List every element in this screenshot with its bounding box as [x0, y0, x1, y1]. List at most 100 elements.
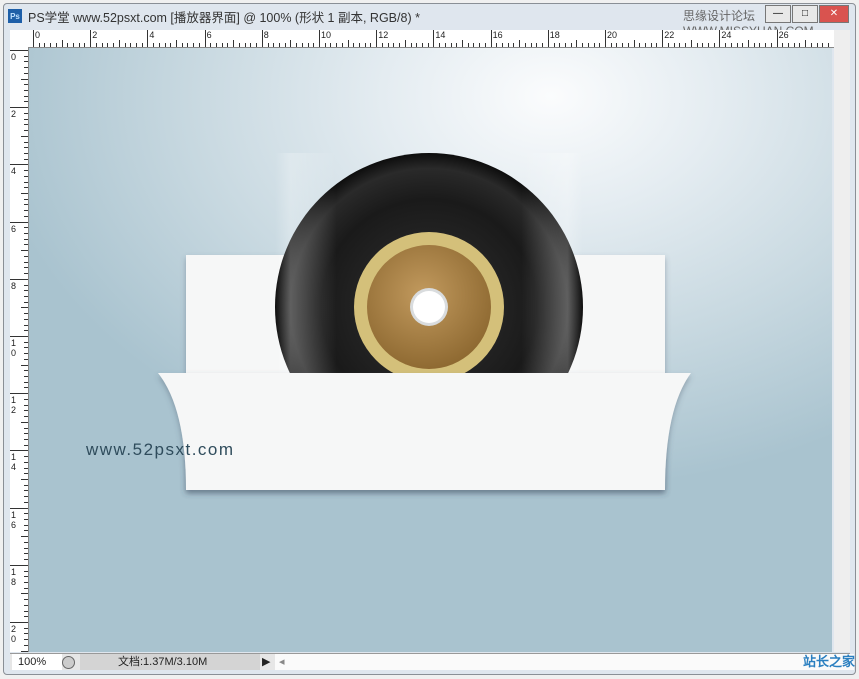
horizontal-scrollbar[interactable]: ◂: [275, 654, 854, 670]
ruler-tick: [502, 43, 504, 47]
ruler-tick: [301, 43, 303, 47]
ruler-tick: [24, 604, 28, 606]
ruler-tick: [24, 158, 28, 160]
ruler-tick: [656, 43, 658, 47]
zoom-field[interactable]: 100%: [12, 654, 62, 670]
canvas[interactable]: www.52psxt.com: [29, 48, 832, 652]
ruler-tick: [542, 43, 544, 47]
ruler-tick: [444, 43, 446, 47]
ruler-tick: [67, 43, 69, 47]
ruler-tick: [24, 467, 28, 469]
ruler-tick: [416, 43, 418, 47]
ruler-tick: [24, 215, 28, 217]
ruler-tick: [50, 43, 52, 47]
ruler-tick: [24, 644, 28, 646]
ruler-tick: [24, 461, 28, 463]
ruler-tick: [805, 40, 807, 47]
ruler-tick: [24, 141, 28, 143]
ruler-label: 10: [321, 30, 332, 40]
ruler-tick: [24, 152, 28, 154]
ruler-tick: [107, 43, 109, 47]
ruler-tick: [822, 43, 824, 47]
ruler-tick: [21, 135, 28, 137]
ruler-tick: [95, 43, 97, 47]
ruler-tick: [290, 40, 292, 47]
ruler-tick: [24, 524, 28, 526]
ruler-tick: [599, 43, 601, 47]
ruler-tick: [24, 175, 28, 177]
ruler-tick: [24, 101, 28, 103]
ruler-tick: [193, 43, 195, 47]
ruler-tick: [410, 43, 412, 47]
ruler-tick: [24, 244, 28, 246]
ruler-tick: [776, 30, 778, 47]
vertical-scrollbar[interactable]: [834, 30, 850, 652]
ruler-tick: [24, 444, 28, 446]
ruler-tick: [547, 30, 549, 47]
vertical-ruler[interactable]: 0 2 4 6 8 10 12 14 16 18 20: [10, 47, 29, 652]
ruler-tick: [216, 43, 218, 47]
ruler-tick: [198, 43, 200, 47]
ruler-tick: [21, 421, 28, 423]
ruler-tick: [24, 490, 28, 492]
minimize-button[interactable]: —: [765, 5, 791, 23]
ruler-tick: [736, 43, 738, 47]
ruler-tick: [38, 43, 40, 47]
ruler-tick: [24, 398, 28, 400]
ruler-tick: [24, 427, 28, 429]
ruler-tick: [479, 43, 481, 47]
ruler-tick: [10, 450, 28, 452]
ruler-tick: [810, 43, 812, 47]
ruler-tick: [399, 43, 401, 47]
ruler-tick: [307, 43, 309, 47]
ruler-label: 22: [664, 30, 675, 40]
ruler-tick: [24, 147, 28, 149]
ruler-tick: [679, 43, 681, 47]
ruler-tick: [753, 43, 755, 47]
ruler-tick: [10, 507, 28, 509]
ruler-label: 18: [11, 566, 17, 587]
ruler-tick: [24, 410, 28, 412]
ruler-tick: [336, 43, 338, 47]
ruler-tick: [24, 72, 28, 74]
ruler-tick: [24, 496, 28, 498]
ruler-tick: [696, 43, 698, 47]
ruler-tick: [118, 40, 120, 47]
ruler-tick: [24, 381, 28, 383]
horizontal-ruler[interactable]: 0246810121416182022242628: [28, 30, 846, 48]
ruler-tick: [828, 43, 830, 47]
restore-button[interactable]: □: [792, 5, 818, 23]
ruler-tick: [742, 43, 744, 47]
ruler-tick: [564, 43, 566, 47]
ruler-tick: [21, 650, 28, 652]
ruler-tick: [24, 261, 28, 263]
ruler-tick: [273, 43, 275, 47]
ruler-tick: [439, 43, 441, 47]
title-bar: Ps PS学堂 www.52psxt.com [播放器界面] @ 100% (形…: [8, 7, 420, 25]
ruler-tick: [370, 43, 372, 47]
ruler-tick: [24, 599, 28, 601]
watermark-bottom: 站长之家: [802, 654, 855, 669]
ruler-tick: [24, 616, 28, 618]
ruler-label: 2: [11, 109, 17, 120]
ruler-tick: [507, 43, 509, 47]
ruler-tick: [24, 284, 28, 286]
ruler-origin[interactable]: [10, 30, 29, 48]
ruler-tick: [553, 43, 555, 47]
ruler-tick: [238, 43, 240, 47]
ruler-tick: [610, 43, 612, 47]
ruler-tick: [24, 130, 28, 132]
ruler-tick: [78, 43, 80, 47]
close-button[interactable]: ✕: [819, 5, 849, 23]
status-menu-arrow[interactable]: ▶: [262, 654, 274, 670]
ruler-tick: [427, 43, 429, 47]
ruler-tick: [113, 43, 115, 47]
ruler-label: 24: [721, 30, 732, 40]
ruler-tick: [24, 210, 28, 212]
scroll-left-icon[interactable]: ◂: [279, 656, 285, 668]
ruler-label: 14: [435, 30, 446, 40]
ruler-tick: [582, 43, 584, 47]
clock-icon[interactable]: [62, 656, 75, 669]
ruler-tick: [24, 547, 28, 549]
ruler-tick: [244, 43, 246, 47]
